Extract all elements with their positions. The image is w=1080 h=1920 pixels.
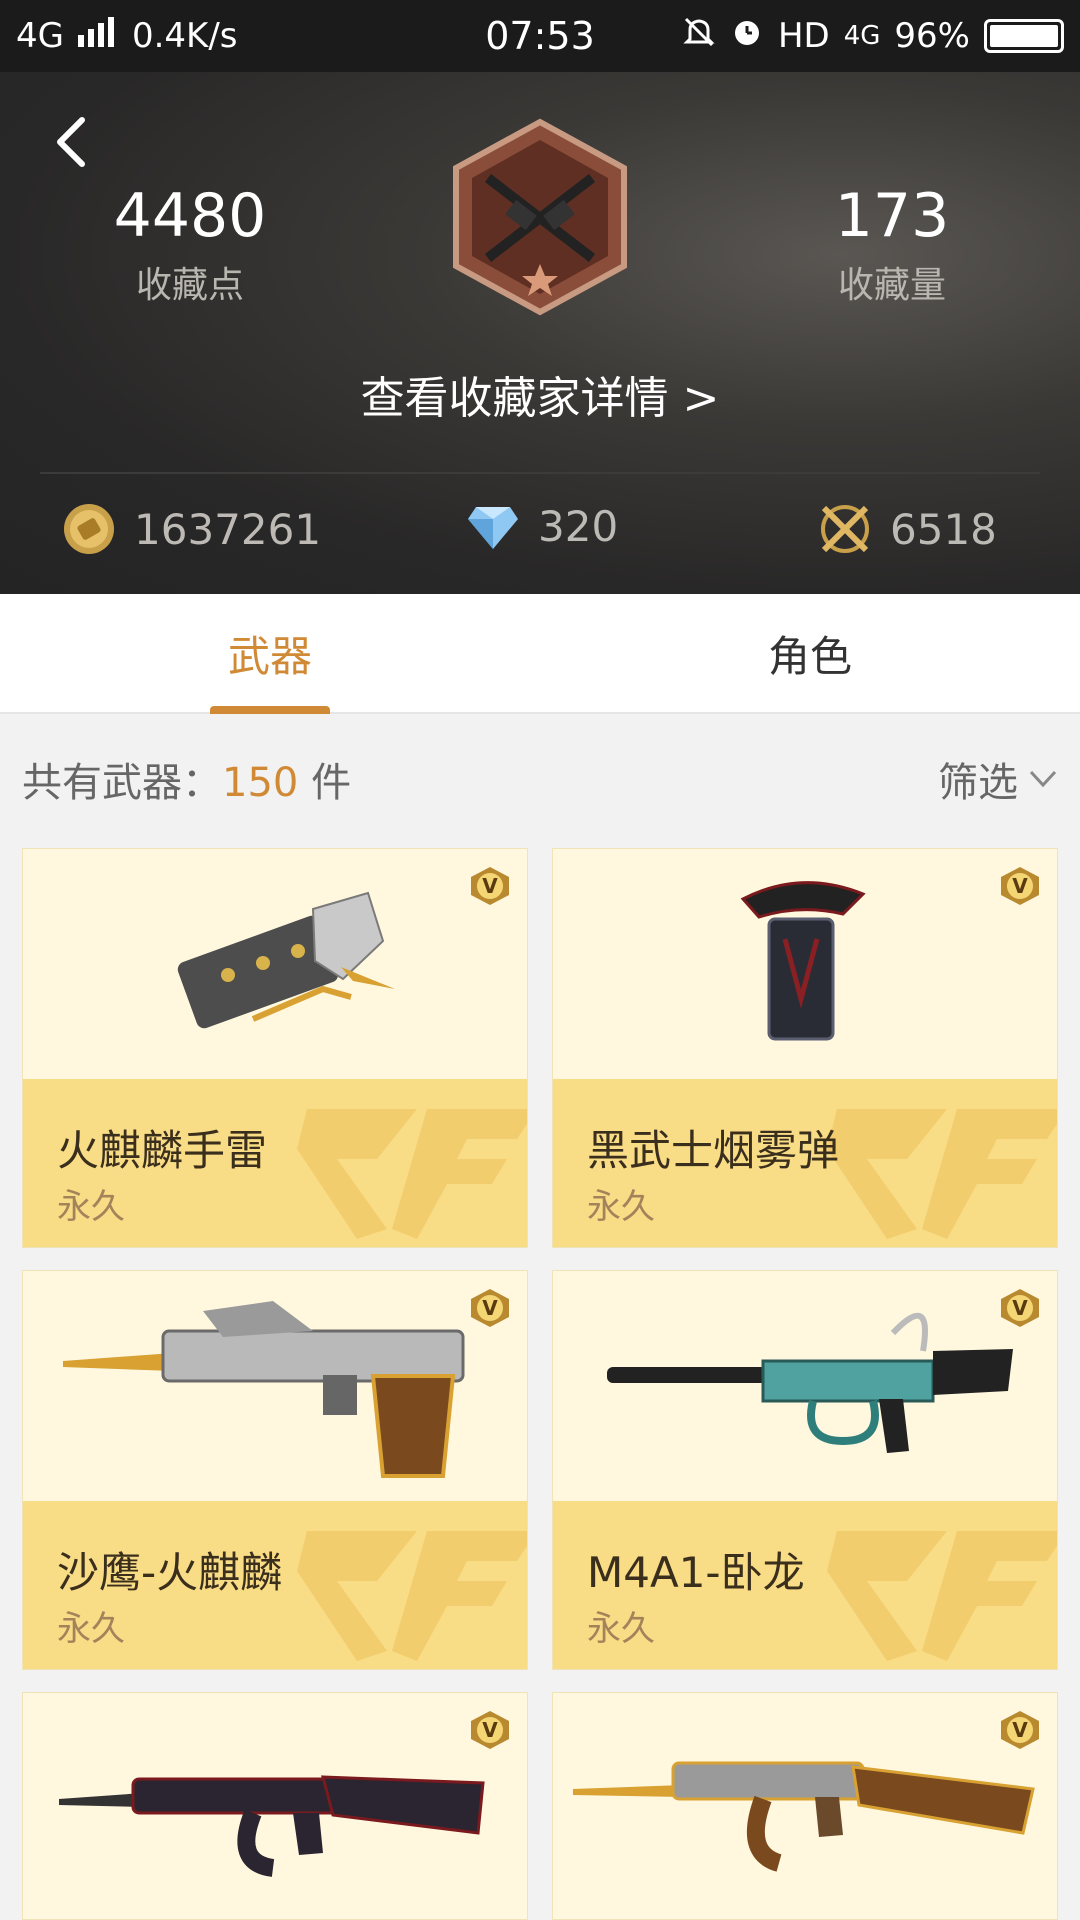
tab-weapons[interactable]: 武器 xyxy=(150,594,390,712)
vip-badge-icon: V xyxy=(1001,867,1039,905)
filter-button[interactable]: 筛选 xyxy=(938,750,1058,808)
chevron-down-icon xyxy=(1029,770,1057,788)
weapon-count-value: 150 xyxy=(222,760,299,806)
collect-count-value: 173 xyxy=(834,181,950,251)
active-tab-indicator xyxy=(210,706,330,714)
svg-text:V: V xyxy=(1012,874,1028,898)
vip-badge-icon: V xyxy=(1001,1711,1039,1749)
collect-points-stat: 4480 收藏点 xyxy=(60,180,320,308)
svg-text:V: V xyxy=(482,874,498,898)
assault-rifle-weapon-icon xyxy=(59,1775,485,1877)
weapon-name: 沙鹰-火麒麟 xyxy=(57,1548,283,1597)
weapons-summary: 共有武器：150 件 筛选 xyxy=(0,716,1080,832)
back-button[interactable] xyxy=(44,112,104,172)
network-type-right: 4G xyxy=(843,21,881,51)
svg-text:V: V xyxy=(1012,1296,1028,1320)
weapon-duration: 永久 xyxy=(587,1187,655,1227)
weapon-count: 共有武器：150 件 xyxy=(22,750,351,808)
weapon-card[interactable]: V M4A1-卧龙 永久 xyxy=(552,1270,1058,1670)
weapon-duration: 永久 xyxy=(587,1609,655,1649)
cf-watermark-icon xyxy=(297,1531,527,1661)
weapon-image: V xyxy=(553,1693,1057,1919)
hd-indicator: HD xyxy=(777,16,830,56)
weapon-count-unit: 件 xyxy=(298,760,352,806)
weapon-image: V xyxy=(23,849,527,1079)
header-divider xyxy=(40,472,1040,474)
svg-text:V: V xyxy=(1012,1718,1028,1742)
weapon-card[interactable]: V 火麒麟手雷 永久 xyxy=(22,848,528,1248)
vip-badge-icon: V xyxy=(1001,1289,1039,1327)
weapon-count-prefix: 共有武器： xyxy=(22,760,222,806)
alarm-icon xyxy=(730,15,764,58)
weapon-image: V xyxy=(23,1693,527,1919)
diamond-currency: 320 xyxy=(466,502,618,551)
vip-badge-icon: V xyxy=(471,1711,509,1749)
collector-details-link[interactable]: 查看收藏家详情 > xyxy=(0,362,1080,426)
honor-value: 6518 xyxy=(890,504,997,554)
battery-icon xyxy=(984,19,1064,53)
vip-badge-icon: V xyxy=(471,867,509,905)
cf-watermark-icon xyxy=(297,1109,527,1239)
collect-points-value: 4480 xyxy=(113,181,267,251)
status-bar: 4G 0.4K/s 07:53 HD 4G 96% xyxy=(0,0,1080,72)
diamond-icon xyxy=(468,506,518,549)
battery-percent: 96% xyxy=(894,16,970,56)
weapon-name: 黑武士烟雾弹 xyxy=(587,1126,840,1175)
weapon-card[interactable]: V 沙鹰-火麒麟 永久 xyxy=(22,1270,528,1670)
weapon-image: V xyxy=(23,1271,527,1501)
weapon-card[interactable]: V 黑武士烟雾弹 永久 xyxy=(552,848,1058,1248)
crossed-guns-icon xyxy=(821,505,869,553)
tab-roles[interactable]: 角色 xyxy=(690,594,930,712)
weapon-info: 黑武士烟雾弹 永久 xyxy=(553,1079,1057,1247)
diamond-value: 320 xyxy=(538,502,619,551)
grenade-weapon-icon xyxy=(177,891,395,1029)
collect-count-label: 收藏量 xyxy=(837,265,946,306)
chevron-left-icon xyxy=(57,117,85,167)
status-right: HD 4G 96% xyxy=(682,15,1064,58)
weapon-name: 火麒麟手雷 xyxy=(57,1126,268,1175)
weapon-duration: 永久 xyxy=(57,1609,125,1649)
weapon-info: M4A1-卧龙 永久 xyxy=(553,1501,1057,1669)
weapon-duration: 永久 xyxy=(57,1187,125,1227)
honor-currency: 6518 xyxy=(818,502,997,556)
gold-value: 1637261 xyxy=(134,504,322,554)
weapon-card[interactable]: V xyxy=(22,1692,528,1920)
smoke-grenade-weapon-icon xyxy=(740,881,866,1041)
category-tabs: 武器 角色 xyxy=(0,594,1080,714)
weapon-image: V xyxy=(553,849,1057,1079)
collect-points-label: 收藏点 xyxy=(135,265,244,306)
cf-watermark-icon xyxy=(827,1109,1057,1239)
svg-text:V: V xyxy=(482,1718,498,1742)
collect-count-stat: 173 收藏量 xyxy=(762,180,1022,308)
collector-header: 4480 收藏点 173 收藏量 查看收藏家详情 > 1637261 320 6… xyxy=(0,72,1080,594)
filter-label: 筛选 xyxy=(938,760,1018,806)
rifle-weapon-icon xyxy=(607,1312,1013,1453)
vip-badge-icon: V xyxy=(471,1289,509,1327)
weapon-name: M4A1-卧龙 xyxy=(587,1548,805,1597)
gold-currency: 1637261 xyxy=(62,502,321,556)
weapon-card[interactable]: V xyxy=(552,1692,1058,1920)
cf-watermark-icon xyxy=(827,1531,1057,1661)
pistol-weapon-icon xyxy=(63,1301,465,1478)
weapon-info: 沙鹰-火麒麟 永久 xyxy=(23,1501,527,1669)
svg-text:V: V xyxy=(482,1296,498,1320)
mute-bell-icon xyxy=(682,15,716,58)
assault-rifle-weapon-icon xyxy=(573,1761,1035,1872)
collector-rank-badge-icon xyxy=(448,118,632,316)
gold-coin-icon xyxy=(64,504,114,554)
weapon-image: V xyxy=(553,1271,1057,1501)
weapon-info: 火麒麟手雷 永久 xyxy=(23,1079,527,1247)
